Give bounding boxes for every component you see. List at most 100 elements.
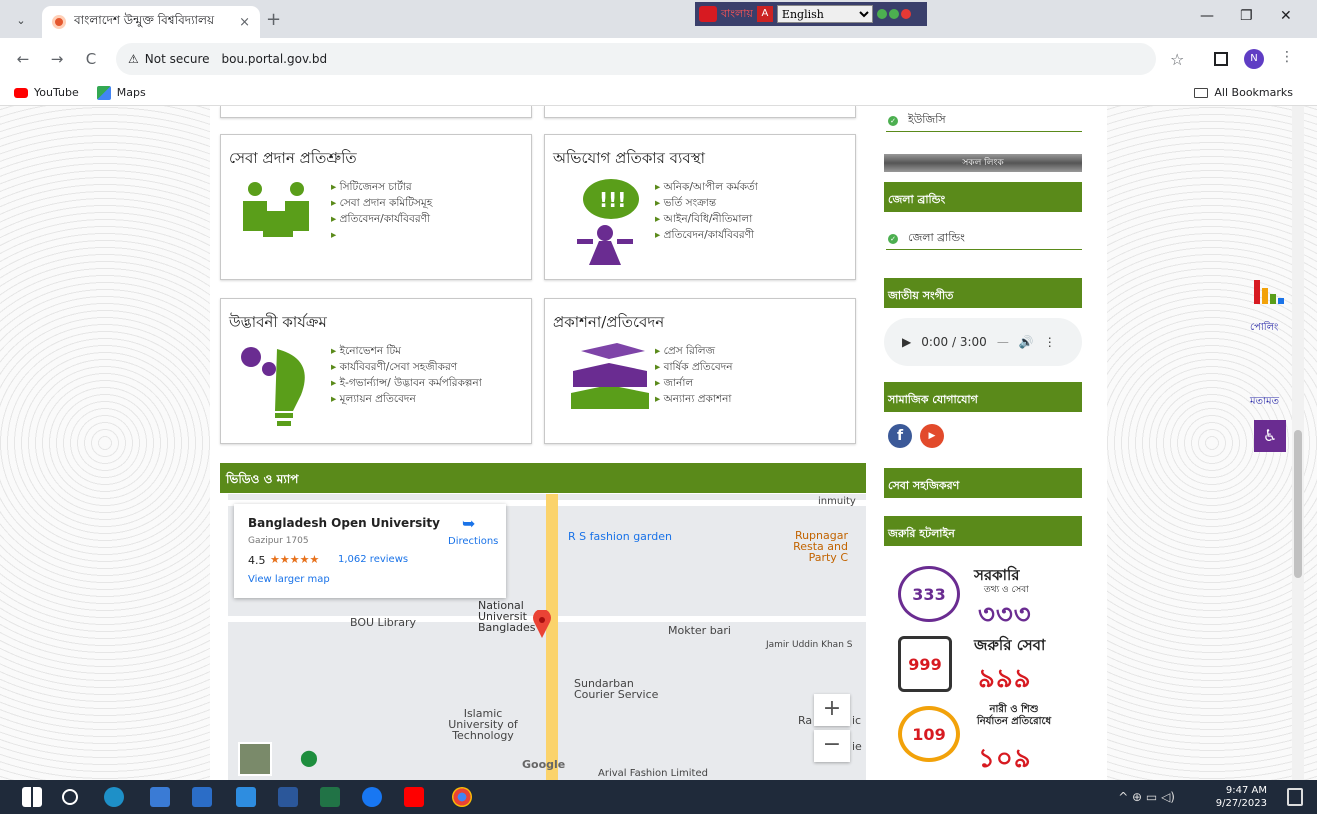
card-link[interactable]: ইনোভেশন টিম <box>331 343 482 359</box>
bookmarks-bar: YouTube Maps All Bookmarks <box>0 80 1317 106</box>
chrome-icon[interactable] <box>452 787 472 807</box>
reload-icon[interactable]: C <box>80 50 102 68</box>
card-link[interactable]: কার্যবিবরণী/সেবা সহজীকরণ <box>331 359 482 375</box>
card-link[interactable]: বার্ষিক প্রতিবেদন <box>655 359 733 375</box>
notification-icon[interactable] <box>1287 788 1303 806</box>
sidebar-item-ugc[interactable]: ✓ ইউজিসি <box>886 110 1082 132</box>
edge-icon[interactable] <box>104 787 124 807</box>
tab-search-button[interactable]: ⌄ <box>10 9 32 31</box>
map-pin-icon[interactable] <box>532 610 552 638</box>
google-logo: Google <box>522 758 566 771</box>
security-label[interactable]: Not secure <box>145 52 210 66</box>
play-icon[interactable]: ▶ <box>902 335 911 349</box>
map-label[interactable]: BOU Library <box>350 616 416 629</box>
map-label[interactable]: Sundarban Courier Service <box>574 678 670 700</box>
hotline-109[interactable]: 109 নারী ও শিশু নির্যাতন প্রতিরোধে ১০৯ <box>898 702 1056 780</box>
bangla-label[interactable]: বাংলায় <box>721 5 753 24</box>
card-link[interactable]: অনিক/আপীল কর্মকর্তা <box>655 179 758 195</box>
card-link[interactable]: প্রতিবেদন/কার্যবিবরণী <box>655 227 758 243</box>
map-label[interactable]: Islamic University of Technology <box>438 708 528 741</box>
active-tab[interactable]: বাংলাদেশ উন্মুক্ত বিশ্ববিদ্যালয় × <box>42 6 260 38</box>
hotline-333-logo: 333 <box>898 566 960 622</box>
poll-chart-icon[interactable] <box>1252 276 1288 306</box>
toolbar: ← → C ⚠ Not secure bou.portal.gov.bd ☆ N… <box>0 38 1317 80</box>
card-link[interactable]: সিটিজেনস চার্টার <box>331 179 432 195</box>
view-larger-map-link[interactable]: View larger map <box>248 574 330 585</box>
mail-icon[interactable] <box>192 787 212 807</box>
satellite-toggle[interactable] <box>238 742 272 776</box>
check-icon: ✓ <box>888 233 898 244</box>
clock-date: 9/27/2023 <box>1215 798 1267 809</box>
card-link[interactable]: ই-গভার্ন্যান্স/ উদ্ভাবন কর্মপরিকল্পনা <box>331 375 482 391</box>
clock[interactable]: 9:47 AM 9/27/2023 <box>1216 784 1267 810</box>
accessibility-icon[interactable]: ♿ <box>1254 420 1286 452</box>
card-link[interactable]: সেবা প্রদান কমিটিসমূহ <box>331 195 433 211</box>
start-windows-icon[interactable] <box>22 787 42 807</box>
bookmark-maps[interactable]: Maps <box>96 85 146 100</box>
card-links: অনিক/আপীল কর্মকর্তা ভর্তি সংক্রান্ত আইন/… <box>655 179 758 243</box>
url-text[interactable]: bou.portal.gov.bd <box>222 52 328 66</box>
profile-avatar[interactable]: N <box>1244 49 1264 69</box>
search-icon[interactable] <box>62 789 78 805</box>
file-explorer-icon[interactable] <box>150 787 170 807</box>
youtube-app-icon[interactable] <box>404 787 424 807</box>
card-link[interactable]: প্রতিবেদন/কার্যবিবরণী <box>331 211 432 227</box>
map-label[interactable]: R S fashion garden <box>568 530 672 543</box>
card-link[interactable]: প্রেস রিলিজ <box>655 343 733 359</box>
card-link[interactable] <box>331 227 432 243</box>
audio-menu-icon[interactable]: ⋮ <box>1044 335 1056 349</box>
excel-icon[interactable] <box>320 787 340 807</box>
scrollbar-thumb[interactable] <box>1294 430 1302 578</box>
map-label[interactable]: Rupnagar Resta and Party C <box>768 530 848 563</box>
forward-arrow-icon[interactable]: → <box>46 50 68 68</box>
card-link[interactable]: অন্যান্য প্রকাশনা <box>655 391 733 407</box>
address-bar[interactable]: ⚠ Not secure bou.portal.gov.bd <box>116 43 1156 75</box>
side-panel-icon[interactable] <box>1214 52 1228 66</box>
close-window-button[interactable]: ✕ <box>1280 8 1292 24</box>
volume-icon[interactable]: 🔊 <box>1019 335 1034 349</box>
all-bookmarks-button[interactable]: All Bookmarks <box>1194 86 1293 99</box>
pegman-icon[interactable]: ⬤ <box>300 748 318 767</box>
hotline-999-logo: 999 <box>898 636 952 692</box>
back-arrow-icon[interactable]: ← <box>12 50 34 68</box>
restore-button[interactable]: ❐ <box>1240 8 1253 24</box>
page-scrollbar[interactable] <box>1292 106 1304 780</box>
reviews-link[interactable]: 1,062 reviews <box>338 554 408 565</box>
poll-link[interactable]: পোলিং <box>1250 320 1278 337</box>
embedded-map[interactable]: R S fashion garden Rupnagar Resta and Pa… <box>228 494 866 780</box>
zoom-in-button[interactable]: + <box>814 694 850 726</box>
hotline-999[interactable]: 999 জরুরি সেবা ৯৯৯ <box>898 632 1056 696</box>
zoom-out-button[interactable]: − <box>814 730 850 762</box>
map-label[interactable]: Jamir Uddin Khan S <box>766 640 852 650</box>
hotline-333[interactable]: 333 সরকারি তথ্য ও সেবা ৩৩৩ <box>898 562 1056 630</box>
menu-kebab-icon[interactable]: ⋮ <box>1280 49 1294 65</box>
sidebar-item-district-branding[interactable]: ✓ জেলা ব্রান্ডিং <box>886 228 1082 250</box>
new-tab-button[interactable]: + <box>266 9 281 30</box>
close-tab-icon[interactable]: × <box>239 15 250 30</box>
card-link[interactable]: আইন/বিধি/নীতিমালা <box>655 211 758 227</box>
warning-icon[interactable]: ⚠ <box>128 52 139 66</box>
directions-icon[interactable]: ➥ <box>462 514 475 533</box>
translate-icon: A <box>756 6 773 22</box>
feedback-link[interactable]: মতামত <box>1250 394 1279 411</box>
minimize-button[interactable]: — <box>1200 8 1214 24</box>
card-title: উদ্ভাবনী কার্যক্রম <box>229 313 327 331</box>
directions-link[interactable]: Directions <box>448 536 498 547</box>
card-link[interactable]: মূল্যায়ন প্রতিবেদন <box>331 391 482 407</box>
word-icon[interactable] <box>278 787 298 807</box>
bookmark-youtube[interactable]: YouTube <box>14 86 79 99</box>
all-links-button[interactable]: সকল লিংক <box>884 154 1082 172</box>
system-tray-icons[interactable]: ^ ⊕ ▭ ◁) <box>1118 790 1175 804</box>
close-widget-icon[interactable] <box>900 9 911 19</box>
store-icon[interactable] <box>236 787 256 807</box>
map-label[interactable]: Mokter bari <box>668 624 731 637</box>
progress-track[interactable]: — <box>997 335 1009 349</box>
bookmark-star-icon[interactable]: ☆ <box>1170 50 1184 69</box>
facebook-app-icon[interactable] <box>362 787 382 807</box>
card-link[interactable]: জার্নাল <box>655 375 733 391</box>
card-service-commitment: সেবা প্রদান প্রতিশ্রুতি সিটিজেনস চার্টার… <box>220 134 532 280</box>
facebook-icon[interactable]: f <box>888 424 912 448</box>
card-link[interactable]: ভর্তি সংক্রান্ত <box>655 195 758 211</box>
language-select[interactable]: English <box>776 5 873 23</box>
youtube-icon[interactable]: ▶ <box>920 424 944 448</box>
